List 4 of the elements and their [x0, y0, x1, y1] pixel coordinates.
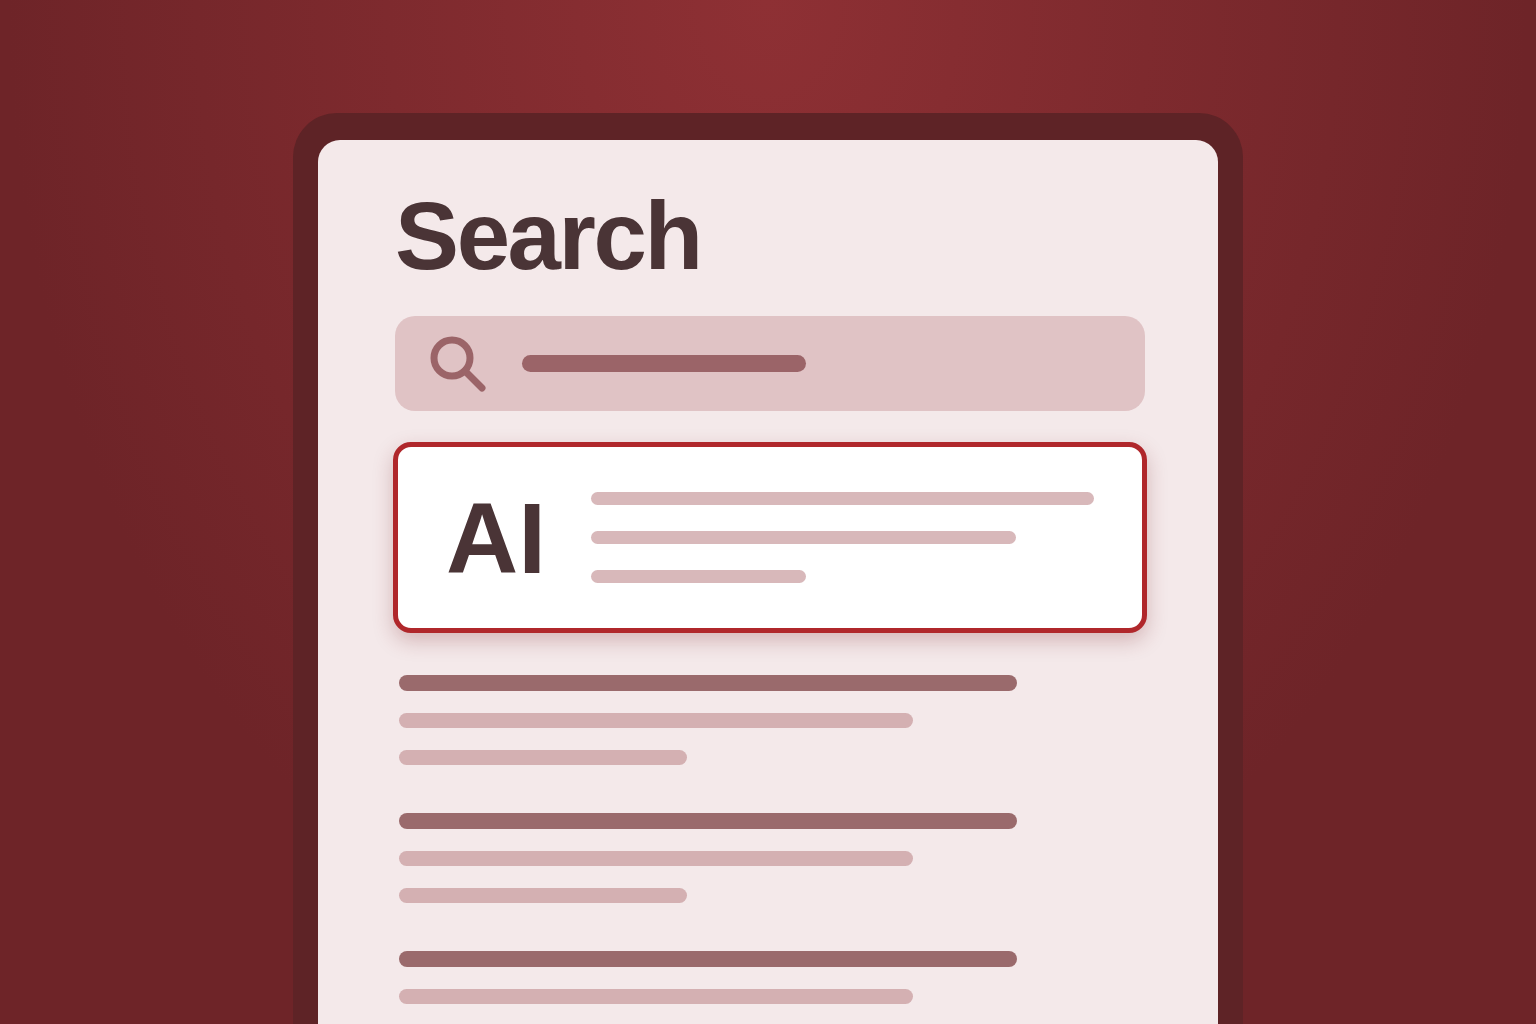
result-label: AI — [446, 487, 546, 588]
page-title: Search — [395, 188, 702, 288]
search-field[interactable] — [395, 316, 1145, 411]
result-card[interactable]: AI — [393, 442, 1147, 633]
